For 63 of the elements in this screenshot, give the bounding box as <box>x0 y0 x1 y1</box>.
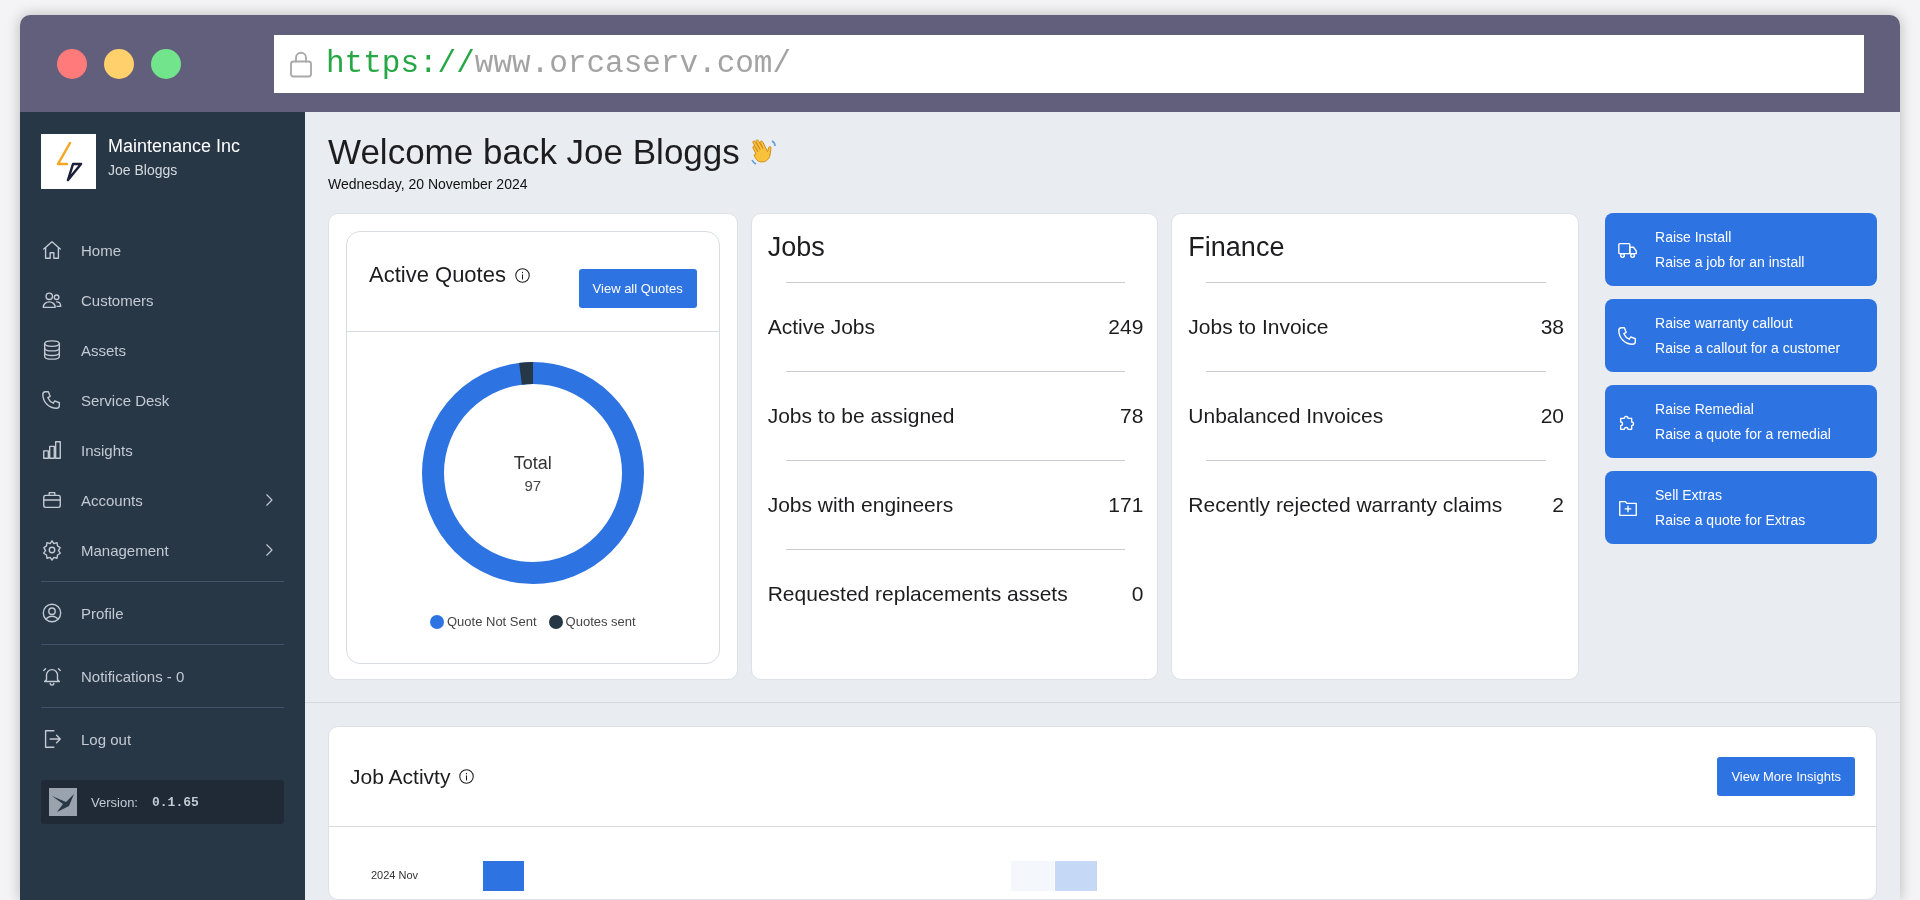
info-icon <box>513 266 531 284</box>
version-label: Version: <box>91 794 138 810</box>
nav-item[interactable]: Service Desk <box>41 375 284 425</box>
bar-chart-icon <box>41 439 63 461</box>
quick-action-button[interactable]: Raise warranty callout Raise a callout for a customer <box>1605 299 1877 372</box>
view-all-quotes-button[interactable]: View all Quotes <box>578 269 697 308</box>
home-icon <box>41 239 63 261</box>
view-more-insights-button[interactable]: View More Insights <box>1717 757 1855 796</box>
row-label: 2024 Nov <box>371 869 419 881</box>
stat-label: Active Jobs <box>767 315 876 339</box>
briefcase-icon <box>41 489 63 511</box>
nav-item[interactable]: Accounts <box>41 475 284 525</box>
close-window-icon[interactable] <box>57 48 87 79</box>
nav-item[interactable]: Assets <box>41 325 284 375</box>
url-text: https://www.orcaserv.com/ <box>326 46 792 81</box>
bell-icon <box>41 665 63 687</box>
stat-value: 171 <box>1108 493 1144 517</box>
minimize-window-icon[interactable] <box>104 48 134 79</box>
stat-value: 20 <box>1540 404 1564 428</box>
company-name: Maintenance Inc <box>108 136 241 157</box>
welcome-heading: Welcome back Joe Bloggs <box>328 132 740 172</box>
quick-action-button[interactable]: Raise Remedial Raise a quote for a remedial <box>1605 385 1877 458</box>
nav-item[interactable]: Log out <box>41 714 284 764</box>
nav-item[interactable]: Profile <box>41 588 284 638</box>
total-label: Total <box>513 452 552 474</box>
nav-item[interactable]: Notifications - 0 <box>41 651 284 701</box>
nav-item[interactable]: Insights <box>41 425 284 475</box>
info-icon <box>458 768 476 785</box>
legend-label: Quotes sent <box>565 614 636 629</box>
phone-icon <box>1617 324 1639 347</box>
database-icon <box>41 339 63 361</box>
card-title: Job Activty <box>350 764 451 789</box>
total-value: 97 <box>524 476 542 494</box>
stat-value: 38 <box>1540 315 1564 339</box>
maximize-window-icon[interactable] <box>151 48 181 79</box>
users-icon <box>41 289 63 311</box>
version-number: 0.1.65 <box>152 794 199 810</box>
settings-icon <box>41 539 63 561</box>
user-name: Joe Bloggs <box>108 162 179 178</box>
nav-item[interactable]: Management <box>41 525 284 575</box>
card-title: Finance <box>1188 232 1286 263</box>
legend-label: Quote Not Sent <box>446 614 537 629</box>
stat-label: Recently rejected warranty claims <box>1188 493 1503 517</box>
nav-item[interactable]: Customers <box>41 275 284 325</box>
current-date: Wednesday, 20 November 2024 <box>328 176 529 192</box>
card-title: Active Quotes <box>369 262 506 288</box>
stat-value: 2 <box>1552 493 1564 517</box>
stat-label: Requested replacements assets <box>767 582 1068 606</box>
phone-icon <box>41 389 63 411</box>
bird-logo-icon <box>49 788 77 816</box>
quick-action-button[interactable]: Sell Extras Raise a quote for Extras <box>1605 471 1877 544</box>
card-title: Jobs <box>767 232 826 263</box>
quick-action-button[interactable]: Raise Install Raise a job for an install <box>1605 213 1877 286</box>
stat-label: Jobs to be assigned <box>767 404 955 428</box>
stat-value: 0 <box>1131 582 1144 606</box>
stat-value: 78 <box>1120 404 1144 428</box>
user-circle-icon <box>41 602 63 624</box>
stat-label: Unbalanced Invoices <box>1188 404 1384 428</box>
nav-item[interactable]: Home <box>41 225 284 275</box>
stat-value: 249 <box>1108 315 1144 339</box>
stat-label: Jobs to Invoice <box>1188 315 1329 339</box>
company-logo <box>41 134 96 189</box>
stat-label: Jobs with engineers <box>767 493 954 517</box>
